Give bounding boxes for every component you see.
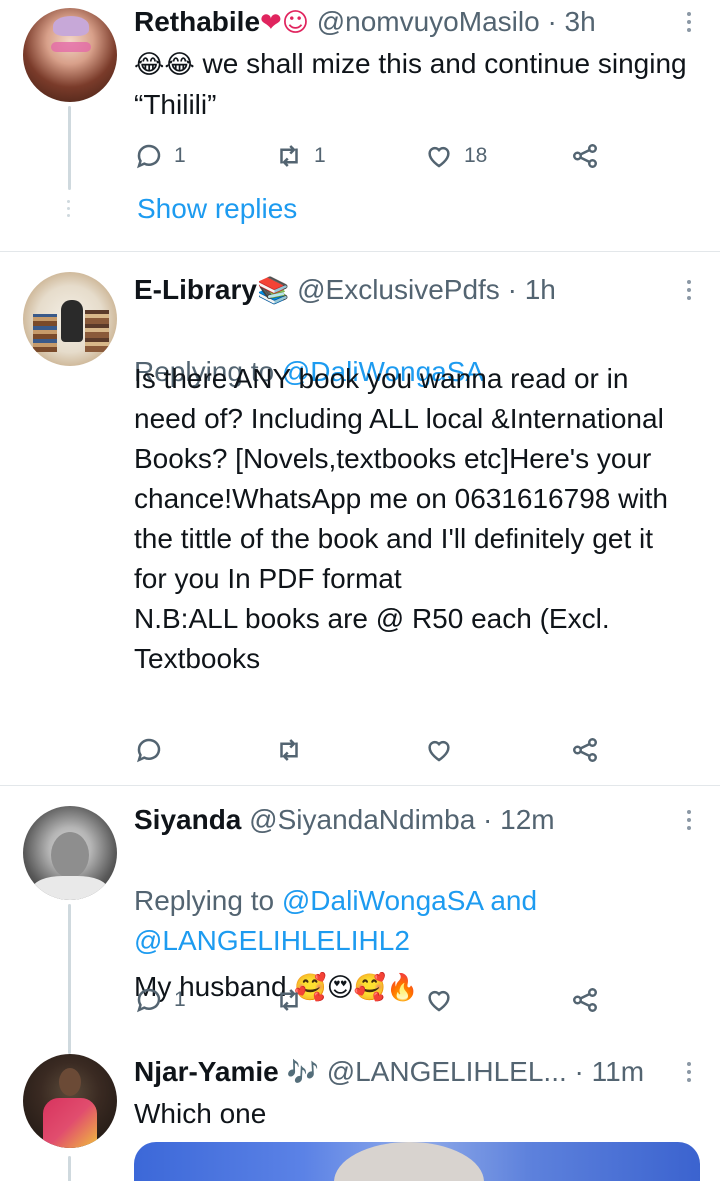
like-count: 18 <box>464 144 488 167</box>
display-name[interactable]: Rethabile <box>134 6 260 37</box>
avatar-glasses <box>51 42 91 52</box>
heart-icon <box>428 990 450 1012</box>
avatar-rethabile[interactable] <box>23 8 117 102</box>
heart-icon <box>428 740 450 762</box>
avatar-hair <box>53 16 89 36</box>
share-icon <box>573 988 597 1012</box>
action-bar: 1 1 18 <box>134 138 614 174</box>
tweet-body: Which one <box>134 1098 267 1129</box>
avatar-elibrary[interactable] <box>23 272 117 366</box>
text-emoji: 😂😂 <box>134 50 195 80</box>
tweet-header: Rethabile❤☺ @nomvuyoMasilo · 3h <box>134 4 680 41</box>
media-subject <box>334 1142 484 1181</box>
avatar-face <box>51 832 89 878</box>
avatar-shirt <box>43 1098 97 1148</box>
reply-count: 1 <box>174 144 186 167</box>
tweet-header: Njar-Yamie 🎶 @LANGELIHLEL... · 11m <box>134 1054 680 1091</box>
avatar-books-left <box>33 314 57 352</box>
timestamp[interactable]: · 1h <box>508 274 556 305</box>
retweet-button[interactable] <box>274 982 314 1018</box>
avatar-person <box>61 300 83 342</box>
name-emoji: ❤☺ <box>260 8 309 38</box>
more-vertical-icon[interactable] <box>686 810 692 834</box>
like-button[interactable] <box>424 982 464 1018</box>
retweet-icon <box>280 989 298 1011</box>
tweet-elibrary[interactable]: E-Library📚 @ExclusivePdfs · 1h Replying … <box>0 252 720 784</box>
retweet-button[interactable]: 1 <box>274 138 326 174</box>
display-name[interactable]: E-Library <box>134 274 257 305</box>
tweet-rethabile[interactable]: Rethabile❤☺ @nomvuyoMasilo · 3h 😂😂 we sh… <box>0 0 720 250</box>
timestamp[interactable]: · 3h <box>547 6 595 37</box>
retweet-button[interactable] <box>274 732 314 768</box>
timestamp[interactable]: · 12m <box>483 804 555 835</box>
avatar-books-right <box>85 310 109 352</box>
tweet-text: 😂😂 we shall mize this and continue singi… <box>134 44 690 125</box>
reply-button[interactable] <box>134 732 174 768</box>
action-bar: 1 <box>134 982 614 1018</box>
like-button[interactable] <box>424 732 464 768</box>
thread-line <box>68 904 71 1054</box>
name-emoji: 🎶 <box>286 1058 319 1088</box>
tweet-siyanda[interactable]: Siyanda @SiyandaNdimba · 12m Replying to… <box>0 786 720 1054</box>
handle[interactable]: @nomvuyoMasilo <box>317 6 540 37</box>
reply-button[interactable]: 1 <box>134 982 186 1018</box>
like-button[interactable]: 18 <box>424 138 487 174</box>
display-name[interactable]: Siyanda <box>134 804 241 835</box>
name-emoji: 📚 <box>256 276 290 306</box>
share-button[interactable] <box>570 732 600 768</box>
handle[interactable]: @ExclusivePdfs <box>297 274 500 305</box>
share-icon <box>573 144 597 168</box>
tweet-body: we shall mize this and continue singing … <box>134 48 687 120</box>
heart-icon <box>428 146 450 168</box>
show-replies-link[interactable]: Show replies <box>137 193 297 225</box>
reply-icon <box>137 988 161 1013</box>
more-vertical-icon[interactable] <box>686 12 692 36</box>
tweet-body: Is there ANY book you wanna read or in n… <box>134 363 668 674</box>
share-icon <box>573 738 597 762</box>
retweet-icon <box>280 739 298 761</box>
tweet-header: Siyanda @SiyandaNdimba · 12m <box>134 802 680 838</box>
avatar-siyanda[interactable] <box>23 806 117 900</box>
retweet-icon <box>280 145 298 167</box>
share-button[interactable] <box>570 982 600 1018</box>
thread-line <box>68 1156 71 1181</box>
avatar-njar-yamie[interactable] <box>23 1054 117 1148</box>
reply-icon <box>137 738 161 763</box>
reply-count: 1 <box>174 988 186 1011</box>
tweet-header: E-Library📚 @ExclusivePdfs · 1h <box>134 272 680 309</box>
thread-line <box>68 106 71 190</box>
action-bar <box>134 732 614 768</box>
share-button[interactable] <box>570 138 600 174</box>
media-image[interactable] <box>134 1142 700 1181</box>
more-vertical-icon[interactable] <box>686 1062 692 1086</box>
retweet-count: 1 <box>314 144 326 167</box>
reply-icon <box>137 144 161 169</box>
tweet-njar-yamie[interactable]: Njar-Yamie 🎶 @LANGELIHLEL... · 11m Which… <box>0 1046 720 1181</box>
timestamp[interactable]: · 11m <box>575 1056 645 1087</box>
more-vertical-icon[interactable] <box>686 280 692 304</box>
handle[interactable]: @SiyandaNdimba <box>249 804 475 835</box>
display-name[interactable]: Njar-Yamie <box>134 1056 279 1087</box>
avatar-shirt <box>33 876 107 900</box>
reply-button[interactable]: 1 <box>134 138 186 174</box>
thread-dots <box>67 200 71 221</box>
avatar-face <box>59 1068 81 1096</box>
handle[interactable]: @LANGELIHLEL... <box>327 1056 567 1087</box>
